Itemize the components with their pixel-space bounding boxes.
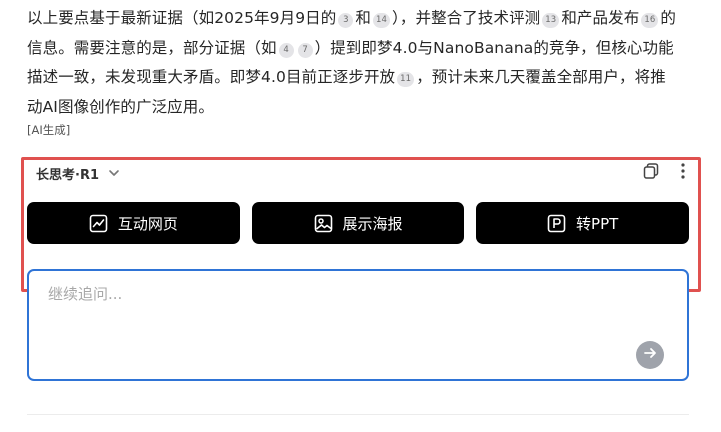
answer-line: 描述一致，未发现重大矛盾。即梦4.0目前正逐步开放 11 ，预计未来几天覆盖全部用户… [27,63,697,93]
answer-text-segment: ）提到即梦4.0与NanoBanana的竞争，但核心功能 [314,38,674,57]
arrow-right-icon [642,345,658,365]
model-selector-row: 长思考·R1 [36,162,686,184]
more-vertical-icon[interactable] [680,162,686,184]
citation-badge[interactable]: 13 [542,13,560,28]
answer-text-segment: 信息。需要注意的是，部分证据（如 [27,38,277,57]
citation-badge[interactable]: 4 [278,42,294,58]
row-icons [642,162,686,184]
follow-up-input[interactable] [48,283,638,343]
citation-badge[interactable]: 7 [297,42,313,58]
answer-text-segment: ，预计未来几天覆盖全部用户，将推 [416,68,666,86]
interactive-webpage-label: 互动网页 [117,214,178,233]
answer-text-segment: 的 [660,9,676,27]
answer-line: 信息。需要注意的是，部分证据（如 4 7 ）提到即梦4.0与NanoBanana的竞争… [27,34,697,64]
chart-line-icon [89,214,108,233]
action-buttons: 互动网页 展示海报 转PPT [27,202,690,244]
chevron-down-icon[interactable] [107,166,121,180]
copy-icon[interactable] [642,162,660,184]
poster-label: 展示海报 [342,214,403,233]
answer-text-segment: 描述一致，未发现重大矛盾。即梦4.0目前正逐步开放 [27,68,396,86]
answer-text-segment: 以上要点基于最新证据（如2025年9月9日的 [27,9,337,27]
model-name[interactable]: 长思考·R1 [36,164,99,183]
answer-line: 以上要点基于最新证据（如2025年9月9日的 3 和 14 ），并整合了技术评测 13 和产… [27,4,697,34]
answer-text-segment: 动AI图像创作的广泛应用。 [27,97,214,116]
interactive-webpage-button[interactable]: 互动网页 [27,202,240,244]
convert-ppt-label: 转PPT [576,214,619,233]
answer-line: 动AI图像创作的广泛应用。 [27,93,697,123]
send-button[interactable] [636,341,664,369]
divider [27,414,689,415]
ppt-icon [547,214,566,233]
poster-button[interactable]: 展示海报 [251,202,465,244]
citation-badge[interactable]: 14 [372,13,391,28]
citation-badge[interactable]: 11 [397,72,415,87]
ai-generated-note: [AI生成] [27,123,71,137]
composer [27,269,689,381]
answer-text-segment: 和产品发布 [561,9,640,27]
citation-badge[interactable]: 3 [338,13,354,28]
answer-text-segment: ），并整合了技术评测 [392,9,541,27]
answer-text-segment: 和 [355,9,371,27]
convert-ppt-button[interactable]: 转PPT [476,202,690,244]
answer-text: 以上要点基于最新证据（如2025年9月9日的 3 和 14 ），并整合了技术评测 13 和产… [27,4,697,122]
image-icon [314,214,333,233]
citation-badge[interactable]: 16 [641,13,659,28]
